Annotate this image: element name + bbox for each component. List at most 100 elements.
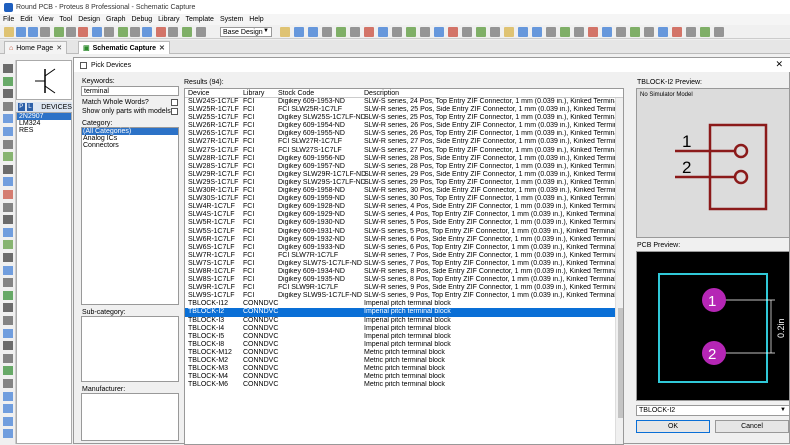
result-row[interactable]: SLW5S-1C7LF FCI Digikey 609-1931-ND SLW-S s… xyxy=(185,228,615,236)
result-row[interactable]: TBLOCK-I4 CONNDVC Imperial pitch terminal … xyxy=(185,325,615,333)
tool-icon[interactable] xyxy=(3,101,13,111)
toolbar-button-icon[interactable] xyxy=(672,27,682,37)
toolbar-button-icon[interactable] xyxy=(700,27,710,37)
toolbar-button-icon[interactable] xyxy=(92,27,102,37)
match-whole-words-checkbox[interactable] xyxy=(171,99,178,106)
result-row[interactable]: SLW9S-1C7LF FCI Digikey SLW9S-1C7LF-ND SLW-… xyxy=(185,292,615,300)
toolbar-button-icon[interactable] xyxy=(156,27,166,37)
close-icon[interactable]: ✕ xyxy=(159,44,165,52)
result-row[interactable]: SLW25R-1C7LF FCI FCI SLW25R-1C7LF SLW-R ser… xyxy=(185,106,615,114)
column-header-stock-code[interactable]: Stock Code xyxy=(278,90,314,97)
tool-icon[interactable] xyxy=(3,76,13,86)
toolbar-button-icon[interactable] xyxy=(196,27,206,37)
toolbar-button-icon[interactable] xyxy=(406,27,416,37)
toolbar-button-icon[interactable] xyxy=(168,27,178,37)
toolbar-button-icon[interactable] xyxy=(378,27,388,37)
toolbar-button-icon[interactable] xyxy=(322,27,332,37)
menu-item-edit[interactable]: Edit xyxy=(17,16,35,23)
tool-icon[interactable] xyxy=(3,139,13,149)
ok-button[interactable]: OK xyxy=(636,420,710,433)
tool-icon[interactable] xyxy=(3,303,13,313)
result-row[interactable]: TBLOCK-M3 CONNDVC Metric pitch terminal bl… xyxy=(185,365,615,373)
category-item[interactable]: Connectors xyxy=(82,142,178,149)
result-row[interactable]: SLW8S-1C7LF FCI Digikey 609-1935-ND SLW-S s… xyxy=(185,276,615,284)
toolbar-button-icon[interactable] xyxy=(54,27,64,37)
toolbar-button-icon[interactable] xyxy=(420,27,430,37)
toolbar-button-icon[interactable] xyxy=(66,27,76,37)
toolbar-button-icon[interactable] xyxy=(130,27,140,37)
column-header-device[interactable]: Device xyxy=(188,90,209,97)
tool-icon[interactable] xyxy=(3,416,13,426)
design-select[interactable]: Base Design ▼ xyxy=(220,27,272,37)
toolbar-button-icon[interactable] xyxy=(448,27,458,37)
device-item[interactable]: LM324 xyxy=(17,120,71,127)
tab-home-page[interactable]: ⌂ Home Page ✕ xyxy=(4,41,68,54)
tool-icon[interactable] xyxy=(3,64,13,73)
toolbar-button-icon[interactable] xyxy=(294,27,304,37)
result-row[interactable]: TBLOCK-M6 CONNDVC Metric pitch terminal bl… xyxy=(185,381,615,389)
result-row[interactable]: SLW5R-1C7LF FCI Digikey 609-1930-ND SLW-R s… xyxy=(185,219,615,227)
result-row[interactable]: SLW7R-1C7LF FCI FCI SLW7R-1C7LF SLW-R serie… xyxy=(185,252,615,260)
tool-icon[interactable] xyxy=(3,177,13,187)
toolbar-button-icon[interactable] xyxy=(518,27,528,37)
tool-icon[interactable] xyxy=(3,240,13,250)
column-header-library[interactable]: Library xyxy=(243,90,264,97)
tab-schematic-capture[interactable]: ▣ Schematic Capture ✕ xyxy=(78,41,170,54)
subcategory-list[interactable] xyxy=(81,316,179,382)
result-row[interactable]: TBLOCK-I8 CONNDVC Imperial pitch terminal … xyxy=(185,341,615,349)
toolbar-button-icon[interactable] xyxy=(714,27,724,37)
keywords-input[interactable]: terminal xyxy=(81,86,179,96)
result-row[interactable]: SLW7S-1C7LF FCI Digikey SLW7S-1C7LF-ND SLW-… xyxy=(185,260,615,268)
tool-icon[interactable] xyxy=(3,316,13,325)
category-item[interactable]: Analog ICs xyxy=(82,135,178,142)
close-icon[interactable]: ✕ xyxy=(775,59,783,70)
menu-item-template[interactable]: Template xyxy=(183,16,217,23)
toolbar-button-icon[interactable] xyxy=(462,27,472,37)
toolbar-button-icon[interactable] xyxy=(78,27,88,37)
toolbar-button-icon[interactable] xyxy=(16,27,26,37)
tool-icon[interactable] xyxy=(3,265,13,275)
results-scrollbar[interactable] xyxy=(615,98,623,444)
toolbar-button-icon[interactable] xyxy=(40,27,50,37)
result-row[interactable]: TBLOCK-M4 CONNDVC Metric pitch terminal bl… xyxy=(185,373,615,381)
toolbar-button-icon[interactable] xyxy=(532,27,542,37)
menu-item-system[interactable]: System xyxy=(217,16,246,23)
result-row[interactable]: TBLOCK-M2 CONNDVC Metric pitch terminal bl… xyxy=(185,357,615,365)
toolbar-button-icon[interactable] xyxy=(336,27,346,37)
device-item[interactable]: RES xyxy=(17,127,71,134)
toolbar-button-icon[interactable] xyxy=(280,27,290,37)
tool-icon[interactable] xyxy=(3,127,13,136)
result-row[interactable]: SLW8R-1C7LF FCI Digikey 609-1934-ND SLW-R s… xyxy=(185,268,615,276)
tool-icon[interactable] xyxy=(3,114,13,124)
result-row[interactable]: SLW30R-1C7LF FCI Digikey 609-1958-ND SLW-R … xyxy=(185,187,615,195)
column-header-description[interactable]: Description xyxy=(364,90,399,97)
result-row[interactable]: SLW25S-1C7LF FCI Digikey SLW25S-1C7LF-ND SL… xyxy=(185,114,615,122)
result-row[interactable]: SLW27R-1C7LF FCI FCI SLW27R-1C7LF SLW-R ser… xyxy=(185,138,615,146)
toolbar-button-icon[interactable] xyxy=(658,27,668,37)
tool-icon[interactable] xyxy=(3,379,13,388)
result-row[interactable]: TBLOCK-M12 CONNDVC Metric pitch terminal b… xyxy=(185,349,615,357)
tool-icon[interactable] xyxy=(3,278,13,288)
result-row[interactable]: SLW6R-1C7LF FCI Digikey 609-1932-ND SLW-R s… xyxy=(185,236,615,244)
library-manager-button[interactable]: L xyxy=(26,103,34,111)
tool-icon[interactable] xyxy=(3,366,13,376)
tool-icon[interactable] xyxy=(3,353,13,363)
pick-devices-button[interactable]: P xyxy=(18,103,25,111)
device-item[interactable]: 2N2907 xyxy=(17,113,71,120)
toolbar-button-icon[interactable] xyxy=(574,27,584,37)
cancel-button[interactable]: Cancel xyxy=(715,420,789,433)
result-row[interactable]: SLW4R-1C7LF FCI Digikey 609-1928-ND SLW-R s… xyxy=(185,203,615,211)
toolbar-button-icon[interactable] xyxy=(504,27,514,37)
tool-icon[interactable] xyxy=(3,89,13,99)
result-row[interactable]: SLW24S-1C7LF FCI Digikey 609-1953-ND SLW-S … xyxy=(185,98,615,106)
scrollbar-thumb[interactable] xyxy=(618,308,623,418)
tool-icon[interactable] xyxy=(3,190,13,199)
result-row[interactable]: TBLOCK-I2 CONNDVC Imperial pitch terminal … xyxy=(185,308,615,317)
toolbar-button-icon[interactable] xyxy=(490,27,500,37)
toolbar-button-icon[interactable] xyxy=(630,27,640,37)
tool-icon[interactable] xyxy=(3,164,13,174)
tool-icon[interactable] xyxy=(3,290,13,300)
tool-icon[interactable] xyxy=(3,341,13,351)
tool-icon[interactable] xyxy=(3,152,13,162)
menu-item-graph[interactable]: Graph xyxy=(103,16,128,23)
